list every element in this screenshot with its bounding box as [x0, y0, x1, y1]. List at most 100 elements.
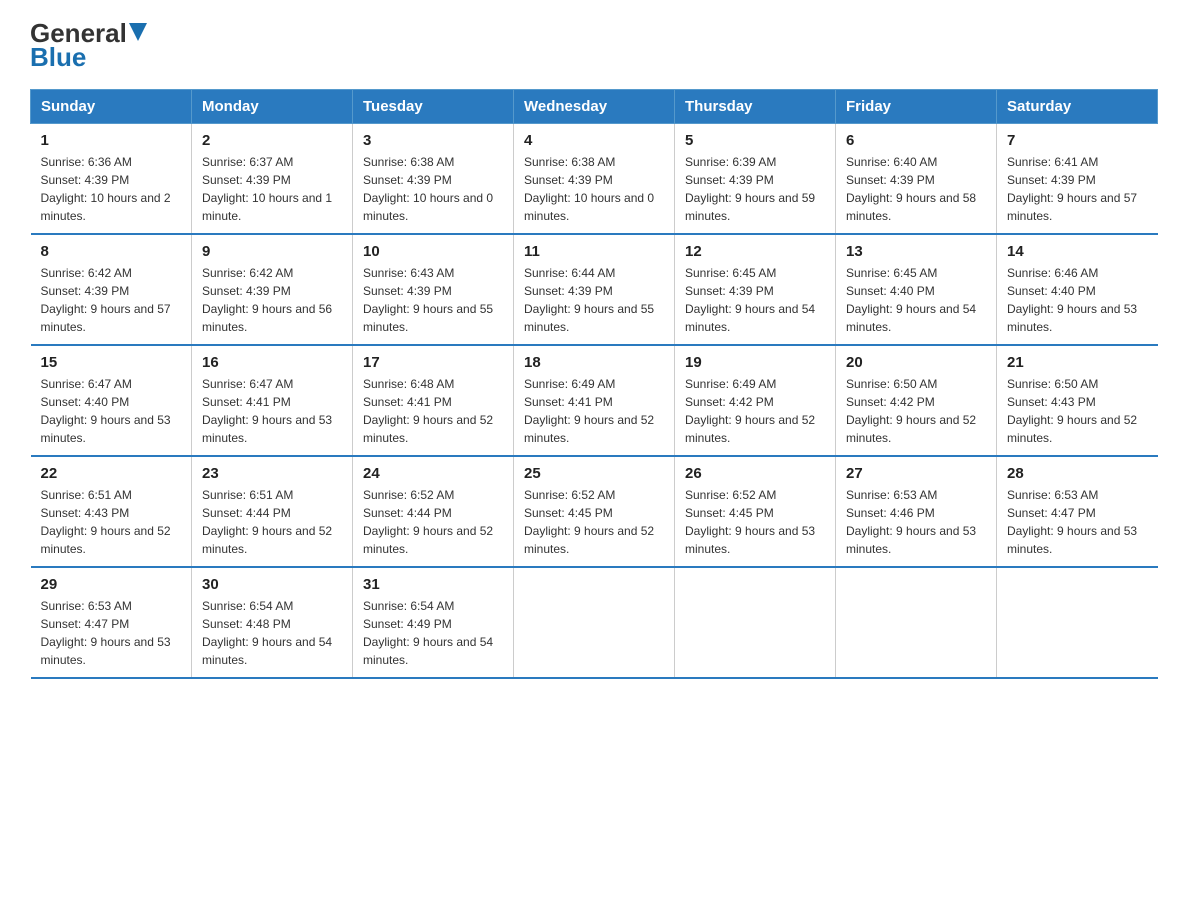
- calendar-cell: 19 Sunrise: 6:49 AMSunset: 4:42 PMDayligh…: [675, 345, 836, 456]
- day-number: 28: [1007, 465, 1148, 482]
- calendar-cell: 2 Sunrise: 6:37 AMSunset: 4:39 PMDaylight…: [192, 124, 353, 235]
- day-info: Sunrise: 6:52 AMSunset: 4:44 PMDaylight:…: [363, 486, 503, 558]
- day-number: 1: [41, 132, 182, 149]
- calendar-cell: 26Sunrise: 6:52 AMSunset: 4:45 PMDayligh…: [675, 456, 836, 567]
- day-info: Sunrise: 6:50 AMSunset: 4:42 PMDaylight:…: [846, 375, 986, 447]
- calendar-cell: 3 Sunrise: 6:38 AMSunset: 4:39 PMDaylight…: [353, 124, 514, 235]
- calendar-cell: 29Sunrise: 6:53 AMSunset: 4:47 PMDayligh…: [31, 567, 192, 678]
- day-number: 5: [685, 132, 825, 149]
- calendar-cell: 16 Sunrise: 6:47 AMSunset: 4:41 PMDayligh…: [192, 345, 353, 456]
- calendar-cell: [514, 567, 675, 678]
- calendar-cell: 12 Sunrise: 6:45 AMSunset: 4:39 PMDayligh…: [675, 234, 836, 345]
- day-info: Sunrise: 6:53 AMSunset: 4:46 PMDaylight:…: [846, 486, 986, 558]
- calendar-cell: 6Sunrise: 6:40 AMSunset: 4:39 PMDaylight…: [836, 124, 997, 235]
- calendar-cell: 24Sunrise: 6:52 AMSunset: 4:44 PMDayligh…: [353, 456, 514, 567]
- day-info: Sunrise: 6:45 AMSunset: 4:40 PMDaylight:…: [846, 264, 986, 336]
- day-number: 8: [41, 243, 182, 260]
- day-info: Sunrise: 6:54 AMSunset: 4:48 PMDaylight:…: [202, 597, 342, 669]
- day-number: 21: [1007, 354, 1148, 371]
- day-info: Sunrise: 6:49 AMSunset: 4:42 PMDaylight:…: [685, 375, 825, 447]
- day-info: Sunrise: 6:46 AMSunset: 4:40 PMDaylight:…: [1007, 264, 1148, 336]
- day-info: Sunrise: 6:51 AMSunset: 4:44 PMDaylight:…: [202, 486, 342, 558]
- calendar-cell: [836, 567, 997, 678]
- day-number: 10: [363, 243, 503, 260]
- weekday-header-thursday: Thursday: [675, 90, 836, 124]
- day-info: Sunrise: 6:53 AMSunset: 4:47 PMDaylight:…: [41, 597, 182, 669]
- page-header: General Blue: [30, 20, 1158, 73]
- calendar-cell: 27Sunrise: 6:53 AMSunset: 4:46 PMDayligh…: [836, 456, 997, 567]
- logo-blue-text: Blue: [30, 42, 86, 73]
- logo-triangle-icon: [129, 23, 147, 41]
- day-info: Sunrise: 6:42 AMSunset: 4:39 PMDaylight:…: [41, 264, 182, 336]
- week-row-2: 8 Sunrise: 6:42 AMSunset: 4:39 PMDaylight…: [31, 234, 1158, 345]
- calendar-cell: 20 Sunrise: 6:50 AMSunset: 4:42 PMDayligh…: [836, 345, 997, 456]
- day-number: 30: [202, 576, 342, 593]
- day-info: Sunrise: 6:47 AMSunset: 4:40 PMDaylight:…: [41, 375, 182, 447]
- calendar-cell: 13 Sunrise: 6:45 AMSunset: 4:40 PMDayligh…: [836, 234, 997, 345]
- calendar-cell: 30 Sunrise: 6:54 AMSunset: 4:48 PMDayligh…: [192, 567, 353, 678]
- day-info: Sunrise: 6:37 AMSunset: 4:39 PMDaylight:…: [202, 153, 342, 225]
- calendar-cell: 1 Sunrise: 6:36 AMSunset: 4:39 PMDaylight…: [31, 124, 192, 235]
- day-number: 19: [685, 354, 825, 371]
- calendar-cell: [675, 567, 836, 678]
- weekday-header-monday: Monday: [192, 90, 353, 124]
- day-number: 4: [524, 132, 664, 149]
- day-number: 6: [846, 132, 986, 149]
- day-info: Sunrise: 6:54 AMSunset: 4:49 PMDaylight:…: [363, 597, 503, 669]
- day-info: Sunrise: 6:42 AMSunset: 4:39 PMDaylight:…: [202, 264, 342, 336]
- day-number: 20: [846, 354, 986, 371]
- weekday-header-sunday: Sunday: [31, 90, 192, 124]
- day-info: Sunrise: 6:44 AMSunset: 4:39 PMDaylight:…: [524, 264, 664, 336]
- calendar-cell: 14 Sunrise: 6:46 AMSunset: 4:40 PMDayligh…: [997, 234, 1158, 345]
- day-info: Sunrise: 6:38 AMSunset: 4:39 PMDaylight:…: [524, 153, 664, 225]
- day-info: Sunrise: 6:53 AMSunset: 4:47 PMDaylight:…: [1007, 486, 1148, 558]
- day-info: Sunrise: 6:45 AMSunset: 4:39 PMDaylight:…: [685, 264, 825, 336]
- calendar-cell: 25Sunrise: 6:52 AMSunset: 4:45 PMDayligh…: [514, 456, 675, 567]
- calendar-cell: 10 Sunrise: 6:43 AMSunset: 4:39 PMDayligh…: [353, 234, 514, 345]
- weekday-header-tuesday: Tuesday: [353, 90, 514, 124]
- day-number: 22: [41, 465, 182, 482]
- week-row-3: 15Sunrise: 6:47 AMSunset: 4:40 PMDayligh…: [31, 345, 1158, 456]
- logo: General Blue: [30, 20, 147, 73]
- day-info: Sunrise: 6:49 AMSunset: 4:41 PMDaylight:…: [524, 375, 664, 447]
- calendar-cell: 9 Sunrise: 6:42 AMSunset: 4:39 PMDaylight…: [192, 234, 353, 345]
- calendar-cell: 21 Sunrise: 6:50 AMSunset: 4:43 PMDayligh…: [997, 345, 1158, 456]
- day-info: Sunrise: 6:51 AMSunset: 4:43 PMDaylight:…: [41, 486, 182, 558]
- day-number: 17: [363, 354, 503, 371]
- weekday-header-row: SundayMondayTuesdayWednesdayThursdayFrid…: [31, 90, 1158, 124]
- day-number: 16: [202, 354, 342, 371]
- week-row-4: 22 Sunrise: 6:51 AMSunset: 4:43 PMDayligh…: [31, 456, 1158, 567]
- day-number: 23: [202, 465, 342, 482]
- calendar-table: SundayMondayTuesdayWednesdayThursdayFrid…: [30, 89, 1158, 679]
- day-number: 12: [685, 243, 825, 260]
- week-row-1: 1 Sunrise: 6:36 AMSunset: 4:39 PMDaylight…: [31, 124, 1158, 235]
- calendar-cell: 15Sunrise: 6:47 AMSunset: 4:40 PMDayligh…: [31, 345, 192, 456]
- weekday-header-saturday: Saturday: [997, 90, 1158, 124]
- day-number: 11: [524, 243, 664, 260]
- day-info: Sunrise: 6:48 AMSunset: 4:41 PMDaylight:…: [363, 375, 503, 447]
- day-number: 9: [202, 243, 342, 260]
- day-number: 26: [685, 465, 825, 482]
- day-info: Sunrise: 6:36 AMSunset: 4:39 PMDaylight:…: [41, 153, 182, 225]
- day-number: 2: [202, 132, 342, 149]
- day-number: 31: [363, 576, 503, 593]
- day-info: Sunrise: 6:38 AMSunset: 4:39 PMDaylight:…: [363, 153, 503, 225]
- calendar-cell: 8 Sunrise: 6:42 AMSunset: 4:39 PMDaylight…: [31, 234, 192, 345]
- calendar-cell: 22 Sunrise: 6:51 AMSunset: 4:43 PMDayligh…: [31, 456, 192, 567]
- day-info: Sunrise: 6:43 AMSunset: 4:39 PMDaylight:…: [363, 264, 503, 336]
- day-info: Sunrise: 6:47 AMSunset: 4:41 PMDaylight:…: [202, 375, 342, 447]
- calendar-cell: 28 Sunrise: 6:53 AMSunset: 4:47 PMDayligh…: [997, 456, 1158, 567]
- calendar-cell: 11 Sunrise: 6:44 AMSunset: 4:39 PMDayligh…: [514, 234, 675, 345]
- week-row-5: 29Sunrise: 6:53 AMSunset: 4:47 PMDayligh…: [31, 567, 1158, 678]
- day-number: 3: [363, 132, 503, 149]
- day-number: 14: [1007, 243, 1148, 260]
- calendar-cell: 23 Sunrise: 6:51 AMSunset: 4:44 PMDayligh…: [192, 456, 353, 567]
- calendar-cell: 5Sunrise: 6:39 AMSunset: 4:39 PMDaylight…: [675, 124, 836, 235]
- day-number: 13: [846, 243, 986, 260]
- weekday-header-wednesday: Wednesday: [514, 90, 675, 124]
- weekday-header-friday: Friday: [836, 90, 997, 124]
- day-number: 25: [524, 465, 664, 482]
- day-info: Sunrise: 6:50 AMSunset: 4:43 PMDaylight:…: [1007, 375, 1148, 447]
- calendar-cell: 4 Sunrise: 6:38 AMSunset: 4:39 PMDaylight…: [514, 124, 675, 235]
- calendar-cell: 17 Sunrise: 6:48 AMSunset: 4:41 PMDayligh…: [353, 345, 514, 456]
